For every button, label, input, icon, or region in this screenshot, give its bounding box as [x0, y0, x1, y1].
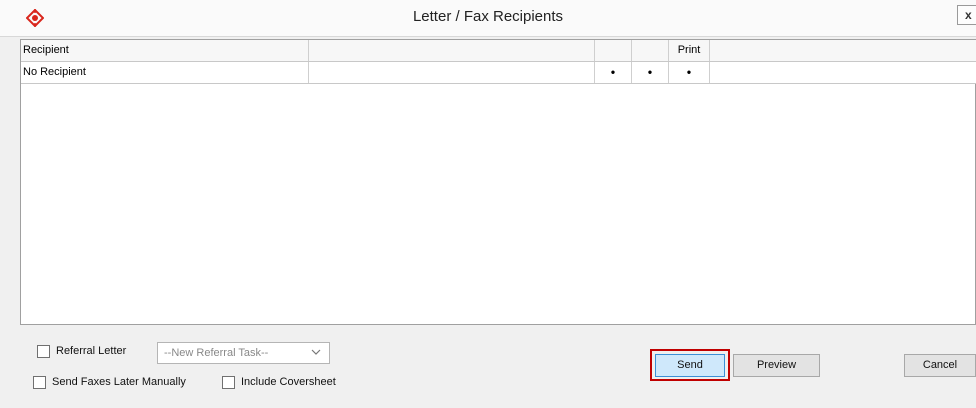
recipient-cell[interactable]: No Recipient	[21, 62, 309, 83]
column-header-4[interactable]	[632, 40, 669, 61]
send-button[interactable]: Send	[655, 354, 725, 377]
send-faxes-later-label: Send Faxes Later Manually	[52, 376, 186, 388]
referral-letter-label: Referral Letter	[56, 345, 127, 357]
title-bar: Letter / Fax Recipients x	[0, 0, 976, 37]
window-title: Letter / Fax Recipients	[412, 8, 564, 25]
column-header-3[interactable]	[595, 40, 632, 61]
include-coversheet-checkbox[interactable]	[222, 376, 235, 389]
include-coversheet-label: Include Coversheet	[241, 376, 336, 388]
send-faxes-later-checkbox[interactable]	[33, 376, 46, 389]
column-header-6[interactable]	[710, 40, 976, 61]
table-cell[interactable]	[710, 62, 976, 83]
print-cell[interactable]: •	[669, 62, 710, 83]
close-button[interactable]: x	[957, 5, 976, 25]
options-panel: Referral Letter --New Referral Task-- Se…	[0, 325, 976, 408]
table-row[interactable]: No Recipient • • •	[21, 62, 976, 84]
column-header-2[interactable]	[309, 40, 595, 61]
referral-task-value: --New Referral Task--	[164, 347, 269, 359]
recipients-grid: Recipient Print No Recipient • • •	[20, 39, 976, 325]
referral-task-dropdown[interactable]: --New Referral Task--	[157, 342, 330, 364]
table-cell[interactable]: •	[595, 62, 632, 83]
table-cell[interactable]: •	[632, 62, 669, 83]
chevron-down-icon	[311, 349, 321, 355]
referral-letter-checkbox[interactable]	[37, 345, 50, 358]
preview-button[interactable]: Preview	[733, 354, 820, 377]
grid-header: Recipient Print	[21, 40, 976, 62]
column-header-recipient[interactable]: Recipient	[21, 40, 309, 61]
letter-fax-recipients-dialog: Letter / Fax Recipients x Recipient Prin…	[0, 0, 976, 408]
column-header-print[interactable]: Print	[669, 40, 710, 61]
table-cell[interactable]	[309, 62, 595, 83]
cancel-button[interactable]: Cancel	[904, 354, 976, 377]
